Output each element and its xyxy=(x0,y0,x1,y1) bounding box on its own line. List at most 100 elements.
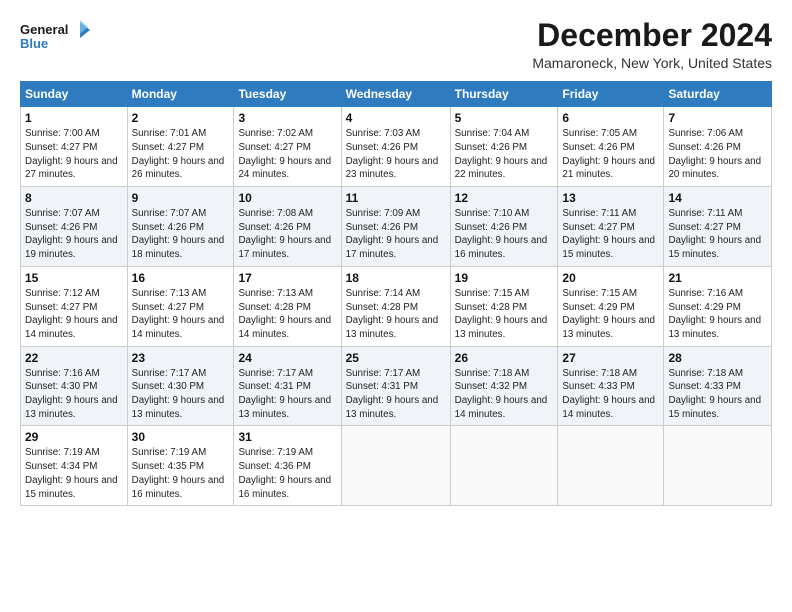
day-number: 14 xyxy=(668,191,767,205)
cell-2-3: 18 Sunrise: 7:14 AMSunset: 4:28 PMDaylig… xyxy=(341,266,450,346)
day-number: 26 xyxy=(455,351,554,365)
cell-3-6: 28 Sunrise: 7:18 AMSunset: 4:33 PMDaylig… xyxy=(664,346,772,426)
cell-2-6: 21 Sunrise: 7:16 AMSunset: 4:29 PMDaylig… xyxy=(664,266,772,346)
cell-0-0: 1 Sunrise: 7:00 AMSunset: 4:27 PMDayligh… xyxy=(21,107,128,187)
cell-4-4 xyxy=(450,426,558,506)
day-number: 7 xyxy=(668,111,767,125)
day-detail: Sunrise: 7:13 AMSunset: 4:28 PMDaylight:… xyxy=(238,288,331,340)
day-detail: Sunrise: 7:16 AMSunset: 4:29 PMDaylight:… xyxy=(668,288,761,340)
cell-1-3: 11 Sunrise: 7:09 AMSunset: 4:26 PMDaylig… xyxy=(341,187,450,267)
month-title: December 2024 xyxy=(532,18,772,53)
cell-2-4: 19 Sunrise: 7:15 AMSunset: 4:28 PMDaylig… xyxy=(450,266,558,346)
cell-4-5 xyxy=(558,426,664,506)
week-row-1: 1 Sunrise: 7:00 AMSunset: 4:27 PMDayligh… xyxy=(21,107,772,187)
day-detail: Sunrise: 7:17 AMSunset: 4:31 PMDaylight:… xyxy=(238,368,331,420)
week-row-5: 29 Sunrise: 7:19 AMSunset: 4:34 PMDaylig… xyxy=(21,426,772,506)
cell-4-2: 31 Sunrise: 7:19 AMSunset: 4:36 PMDaylig… xyxy=(234,426,341,506)
day-detail: Sunrise: 7:15 AMSunset: 4:29 PMDaylight:… xyxy=(562,288,655,340)
day-detail: Sunrise: 7:17 AMSunset: 4:31 PMDaylight:… xyxy=(346,368,439,420)
cell-1-5: 13 Sunrise: 7:11 AMSunset: 4:27 PMDaylig… xyxy=(558,187,664,267)
cell-1-4: 12 Sunrise: 7:10 AMSunset: 4:26 PMDaylig… xyxy=(450,187,558,267)
day-detail: Sunrise: 7:10 AMSunset: 4:26 PMDaylight:… xyxy=(455,208,548,260)
day-detail: Sunrise: 7:19 AMSunset: 4:36 PMDaylight:… xyxy=(238,447,331,499)
day-detail: Sunrise: 7:04 AMSunset: 4:26 PMDaylight:… xyxy=(455,128,548,180)
svg-text:General: General xyxy=(20,22,68,37)
day-number: 12 xyxy=(455,191,554,205)
day-detail: Sunrise: 7:14 AMSunset: 4:28 PMDaylight:… xyxy=(346,288,439,340)
cell-0-1: 2 Sunrise: 7:01 AMSunset: 4:27 PMDayligh… xyxy=(127,107,234,187)
cell-4-6 xyxy=(664,426,772,506)
day-detail: Sunrise: 7:12 AMSunset: 4:27 PMDaylight:… xyxy=(25,288,118,340)
day-number: 5 xyxy=(455,111,554,125)
day-detail: Sunrise: 7:07 AMSunset: 4:26 PMDaylight:… xyxy=(25,208,118,260)
day-number: 18 xyxy=(346,271,446,285)
day-number: 4 xyxy=(346,111,446,125)
day-detail: Sunrise: 7:06 AMSunset: 4:26 PMDaylight:… xyxy=(668,128,761,180)
cell-1-6: 14 Sunrise: 7:11 AMSunset: 4:27 PMDaylig… xyxy=(664,187,772,267)
day-detail: Sunrise: 7:02 AMSunset: 4:27 PMDaylight:… xyxy=(238,128,331,180)
day-number: 22 xyxy=(25,351,123,365)
cell-0-4: 5 Sunrise: 7:04 AMSunset: 4:26 PMDayligh… xyxy=(450,107,558,187)
day-number: 3 xyxy=(238,111,336,125)
logo: General Blue xyxy=(20,18,90,56)
cell-1-2: 10 Sunrise: 7:08 AMSunset: 4:26 PMDaylig… xyxy=(234,187,341,267)
calendar-header-row: SundayMondayTuesdayWednesdayThursdayFrid… xyxy=(21,82,772,107)
day-number: 6 xyxy=(562,111,659,125)
day-detail: Sunrise: 7:03 AMSunset: 4:26 PMDaylight:… xyxy=(346,128,439,180)
day-detail: Sunrise: 7:05 AMSunset: 4:26 PMDaylight:… xyxy=(562,128,655,180)
day-number: 13 xyxy=(562,191,659,205)
header-thursday: Thursday xyxy=(450,82,558,107)
header-wednesday: Wednesday xyxy=(341,82,450,107)
header-monday: Monday xyxy=(127,82,234,107)
day-number: 24 xyxy=(238,351,336,365)
day-detail: Sunrise: 7:13 AMSunset: 4:27 PMDaylight:… xyxy=(132,288,225,340)
day-number: 9 xyxy=(132,191,230,205)
cell-2-0: 15 Sunrise: 7:12 AMSunset: 4:27 PMDaylig… xyxy=(21,266,128,346)
week-row-4: 22 Sunrise: 7:16 AMSunset: 4:30 PMDaylig… xyxy=(21,346,772,426)
header-friday: Friday xyxy=(558,82,664,107)
day-number: 16 xyxy=(132,271,230,285)
day-detail: Sunrise: 7:17 AMSunset: 4:30 PMDaylight:… xyxy=(132,368,225,420)
day-number: 15 xyxy=(25,271,123,285)
cell-4-3 xyxy=(341,426,450,506)
calendar-body: 1 Sunrise: 7:00 AMSunset: 4:27 PMDayligh… xyxy=(21,107,772,506)
day-detail: Sunrise: 7:08 AMSunset: 4:26 PMDaylight:… xyxy=(238,208,331,260)
logo-svg: General Blue xyxy=(20,18,90,56)
day-number: 28 xyxy=(668,351,767,365)
day-number: 11 xyxy=(346,191,446,205)
day-detail: Sunrise: 7:16 AMSunset: 4:30 PMDaylight:… xyxy=(25,368,118,420)
day-number: 2 xyxy=(132,111,230,125)
day-number: 29 xyxy=(25,430,123,444)
cell-3-5: 27 Sunrise: 7:18 AMSunset: 4:33 PMDaylig… xyxy=(558,346,664,426)
day-number: 21 xyxy=(668,271,767,285)
day-number: 17 xyxy=(238,271,336,285)
header-saturday: Saturday xyxy=(664,82,772,107)
header-sunday: Sunday xyxy=(21,82,128,107)
cell-3-4: 26 Sunrise: 7:18 AMSunset: 4:32 PMDaylig… xyxy=(450,346,558,426)
day-number: 10 xyxy=(238,191,336,205)
cell-0-2: 3 Sunrise: 7:02 AMSunset: 4:27 PMDayligh… xyxy=(234,107,341,187)
day-detail: Sunrise: 7:11 AMSunset: 4:27 PMDaylight:… xyxy=(668,208,761,260)
day-number: 1 xyxy=(25,111,123,125)
cell-3-2: 24 Sunrise: 7:17 AMSunset: 4:31 PMDaylig… xyxy=(234,346,341,426)
day-number: 25 xyxy=(346,351,446,365)
title-block: December 2024 Mamaroneck, New York, Unit… xyxy=(532,18,772,71)
cell-3-1: 23 Sunrise: 7:17 AMSunset: 4:30 PMDaylig… xyxy=(127,346,234,426)
cell-2-5: 20 Sunrise: 7:15 AMSunset: 4:29 PMDaylig… xyxy=(558,266,664,346)
day-detail: Sunrise: 7:01 AMSunset: 4:27 PMDaylight:… xyxy=(132,128,225,180)
day-number: 19 xyxy=(455,271,554,285)
day-number: 30 xyxy=(132,430,230,444)
day-number: 8 xyxy=(25,191,123,205)
cell-0-6: 7 Sunrise: 7:06 AMSunset: 4:26 PMDayligh… xyxy=(664,107,772,187)
cell-3-0: 22 Sunrise: 7:16 AMSunset: 4:30 PMDaylig… xyxy=(21,346,128,426)
cell-1-1: 9 Sunrise: 7:07 AMSunset: 4:26 PMDayligh… xyxy=(127,187,234,267)
location-title: Mamaroneck, New York, United States xyxy=(532,55,772,71)
day-detail: Sunrise: 7:00 AMSunset: 4:27 PMDaylight:… xyxy=(25,128,118,180)
cell-0-5: 6 Sunrise: 7:05 AMSunset: 4:26 PMDayligh… xyxy=(558,107,664,187)
day-detail: Sunrise: 7:18 AMSunset: 4:32 PMDaylight:… xyxy=(455,368,548,420)
cell-4-1: 30 Sunrise: 7:19 AMSunset: 4:35 PMDaylig… xyxy=(127,426,234,506)
day-detail: Sunrise: 7:07 AMSunset: 4:26 PMDaylight:… xyxy=(132,208,225,260)
header: General Blue December 2024 Mamaroneck, N… xyxy=(20,18,772,71)
svg-text:Blue: Blue xyxy=(20,36,48,51)
cell-2-1: 16 Sunrise: 7:13 AMSunset: 4:27 PMDaylig… xyxy=(127,266,234,346)
